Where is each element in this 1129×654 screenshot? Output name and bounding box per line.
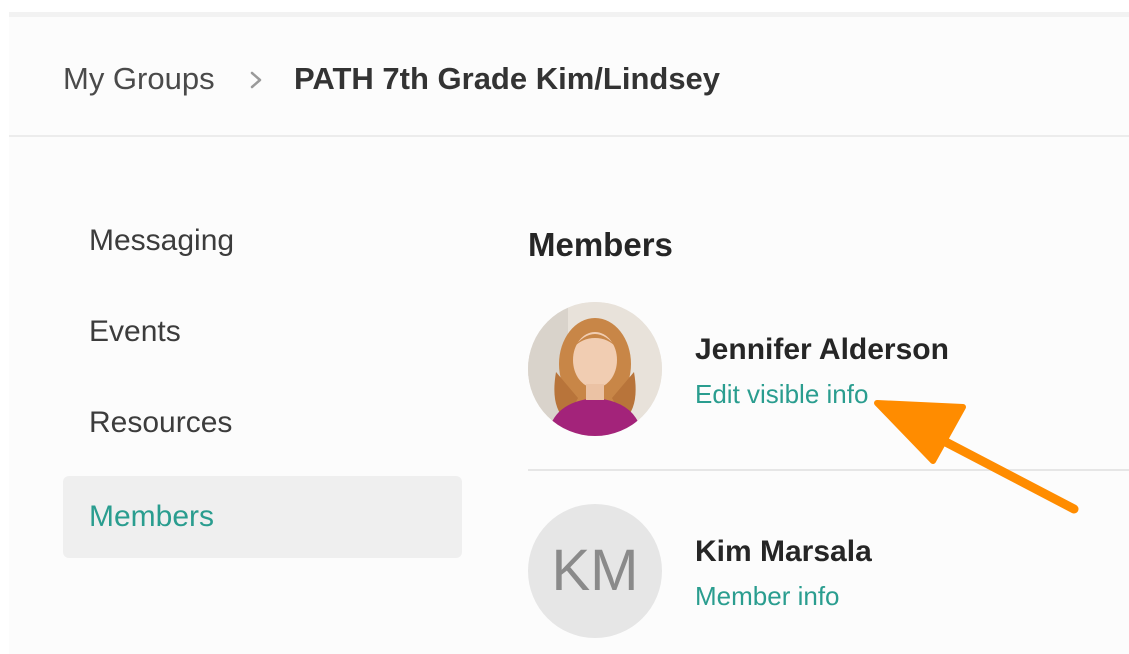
annotation-arrow bbox=[874, 400, 1079, 514]
member-info-link[interactable]: Member info bbox=[695, 581, 840, 612]
sidebar-item-label: Messaging bbox=[89, 224, 235, 257]
sidebar-item-resources[interactable]: Resources bbox=[63, 382, 462, 464]
member-name: Jennifer Alderson bbox=[695, 333, 949, 366]
sidebar-item-label: Resources bbox=[89, 406, 233, 439]
sidebar-item-label: Members bbox=[89, 500, 215, 533]
avatar bbox=[528, 302, 662, 436]
sidebar-item-members[interactable]: Members bbox=[63, 476, 462, 558]
avatar: KM bbox=[528, 504, 662, 638]
breadcrumb-my-groups-link[interactable]: My Groups bbox=[63, 61, 215, 97]
breadcrumb-current-group: PATH 7th Grade Kim/Lindsey bbox=[294, 61, 721, 96]
member-photo bbox=[528, 302, 662, 436]
sidebar-item-label: Events bbox=[89, 315, 181, 348]
sidebar-item-events[interactable]: Events bbox=[63, 291, 462, 373]
page-title: Members bbox=[528, 226, 673, 263]
app-frame: My Groups PATH 7th Grade Kim/Lindsey Mes… bbox=[9, 12, 1129, 654]
breadcrumb: My Groups PATH 7th Grade Kim/Lindsey bbox=[9, 17, 1129, 137]
divider bbox=[528, 469, 1129, 471]
member-name: Kim Marsala bbox=[695, 535, 872, 568]
edit-visible-info-link[interactable]: Edit visible info bbox=[695, 379, 868, 410]
chevron-right-icon bbox=[250, 71, 262, 89]
sidebar-item-messaging[interactable]: Messaging bbox=[63, 200, 462, 282]
